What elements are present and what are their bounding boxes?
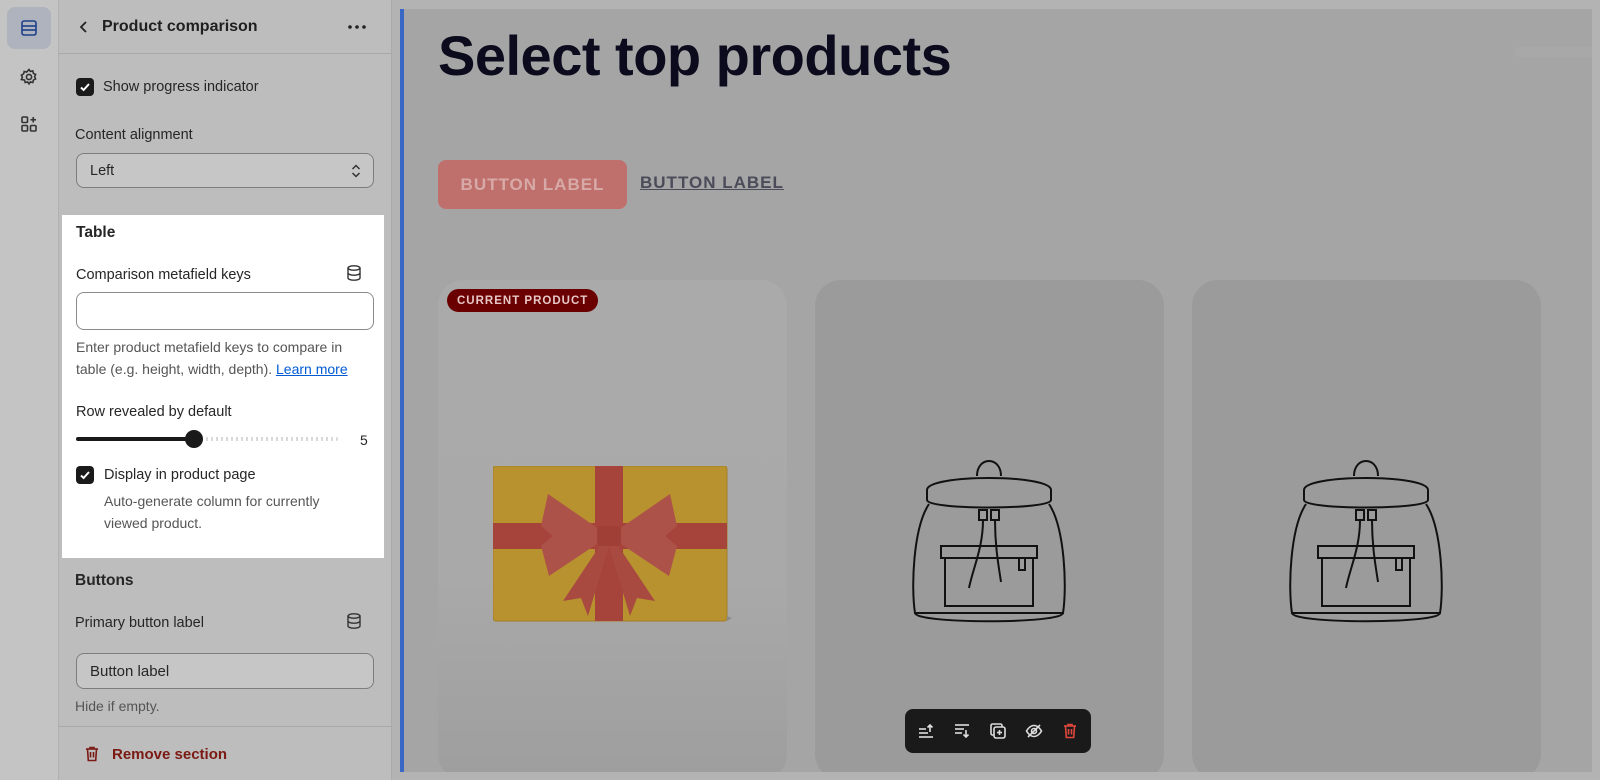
duplicate-icon[interactable] (988, 721, 1008, 741)
preview-primary-button[interactable]: BUTTON LABEL (438, 160, 627, 209)
remove-section-label: Remove section (112, 746, 228, 763)
metafield-help-text: table (e.g. height, width, depth). (76, 361, 273, 377)
apps-icon (21, 116, 37, 132)
move-down-icon[interactable] (952, 721, 972, 741)
preview-canvas: Select top products BUTTON LABEL BUTTON … (400, 9, 1592, 772)
table-settings-section: Table Comparison metafield keys Enter pr… (62, 215, 384, 558)
back-icon[interactable] (74, 17, 94, 37)
block-toolbar (905, 709, 1091, 753)
content-alignment-value: Left (90, 163, 115, 179)
icon-rail (0, 0, 59, 780)
show-progress-label: Show progress indicator (103, 79, 259, 95)
buttons-heading: Buttons (75, 572, 134, 589)
preview-heading: Select top products (438, 24, 952, 87)
primary-button-label-input[interactable]: Button label (76, 653, 374, 689)
gear-icon (20, 68, 37, 86)
checkmark-icon (80, 83, 90, 92)
chevron-up-down-icon (351, 164, 361, 178)
rows-revealed-label: Row revealed by default (76, 404, 232, 420)
product-card-3[interactable] (1192, 280, 1541, 772)
display-in-product-page-checkbox[interactable] (76, 466, 94, 484)
content-alignment-label: Content alignment (75, 127, 193, 143)
hide-icon[interactable] (1024, 721, 1044, 741)
table-heading: Table (76, 224, 116, 241)
rows-slider-fill (76, 437, 194, 441)
preview-top-decoration (1514, 47, 1592, 57)
rows-slider-thumb[interactable] (185, 430, 203, 448)
sections-button[interactable] (7, 7, 51, 49)
remove-section-button[interactable]: Remove section (59, 726, 392, 780)
primary-button-label-value: Button label (90, 663, 170, 680)
dynamic-source-icon[interactable] (345, 264, 363, 282)
primary-button-help: Hide if empty. (75, 698, 160, 714)
sections-icon (21, 20, 37, 36)
learn-more-link[interactable]: Learn more (276, 361, 348, 377)
checkmark-icon (80, 471, 90, 480)
metafield-keys-input[interactable] (76, 292, 374, 330)
apps-button[interactable] (7, 103, 51, 145)
more-icon[interactable] (345, 15, 369, 39)
delete-icon[interactable] (1060, 721, 1080, 741)
display-in-product-page-label: Display in product page (104, 467, 256, 483)
metafield-keys-label: Comparison metafield keys (76, 267, 251, 283)
gift-box-image (493, 466, 732, 622)
content-alignment-select[interactable]: Left (76, 153, 374, 188)
preview-secondary-button[interactable]: BUTTON LABEL (640, 173, 784, 193)
primary-button-label-label: Primary button label (75, 615, 204, 631)
metafield-help-line-1: Enter product metafield keys to compare … (76, 339, 343, 355)
backpack-image (1289, 460, 1443, 623)
rows-slider-value: 5 (360, 432, 368, 448)
product-card-2[interactable] (815, 280, 1164, 772)
trash-icon (86, 746, 98, 762)
display-help-line-1: Auto-generate column for currently (104, 493, 320, 509)
dynamic-source-icon[interactable] (345, 612, 363, 630)
display-help-line-2: viewed product. (104, 515, 203, 531)
backpack-image (912, 460, 1066, 623)
current-product-badge: CURRENT PRODUCT (447, 289, 599, 312)
product-card-current[interactable]: CURRENT PRODUCT (438, 280, 787, 772)
move-up-icon[interactable] (916, 721, 936, 741)
panel-header: Product comparison (59, 0, 392, 54)
theme-settings-button[interactable] (7, 56, 51, 98)
metafield-help-line-2: table (e.g. height, width, depth). Learn… (76, 358, 348, 380)
panel-title: Product comparison (102, 18, 258, 35)
show-progress-checkbox[interactable] (76, 78, 94, 96)
